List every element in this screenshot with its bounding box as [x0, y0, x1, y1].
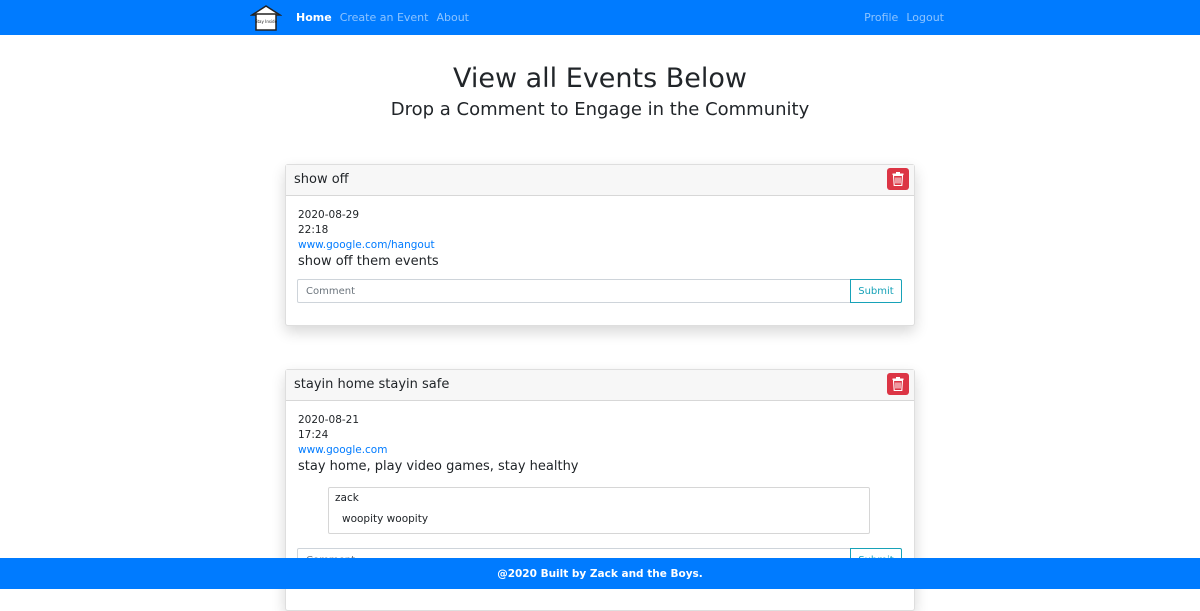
nav-home-link[interactable]: Home: [296, 11, 332, 24]
comment-text: woopity woopity: [342, 513, 429, 525]
event-date: 2020-08-29: [298, 209, 360, 221]
comment-input[interactable]: [297, 279, 851, 303]
delete-event-button[interactable]: [887, 373, 909, 395]
trash-icon: [892, 172, 904, 186]
event-card-header: show off: [286, 165, 914, 196]
submit-comment-button[interactable]: Submit: [850, 279, 902, 303]
event-card-header: stayin home stayin safe: [286, 370, 914, 401]
footer-text: @2020 Built by Zack and the Boys.: [497, 567, 703, 580]
logo-text: Stay Inside: [255, 19, 278, 24]
event-link[interactable]: www.google.com: [298, 444, 387, 456]
comment-item: zack woopity woopity: [328, 487, 870, 534]
event-date: 2020-08-21: [298, 414, 360, 426]
navbar-inner: Stay Inside Home Create an Event About P…: [250, 0, 944, 35]
house-logo-icon[interactable]: Stay Inside: [250, 4, 282, 32]
nav-profile-link[interactable]: Profile: [864, 11, 898, 24]
comment-author: zack: [335, 492, 359, 504]
event-time: 22:18: [298, 224, 329, 236]
event-description: stay home, play video games, stay health…: [298, 459, 579, 474]
event-link[interactable]: www.google.com/hangout: [298, 239, 435, 251]
comment-form: Submit: [297, 279, 902, 303]
nav-create-event-link[interactable]: Create an Event: [340, 11, 429, 24]
navbar: Stay Inside Home Create an Event About P…: [0, 0, 1200, 35]
event-title: show off: [294, 172, 349, 187]
event-card: show off 2020-08-29 22:18 www.google.com…: [285, 164, 915, 326]
trash-icon: [892, 377, 904, 391]
page-subtitle: Drop a Comment to Engage in the Communit…: [390, 99, 810, 120]
nav-logout-link[interactable]: Logout: [906, 11, 944, 24]
footer: @2020 Built by Zack and the Boys.: [0, 558, 1200, 589]
nav-right: Profile Logout: [856, 11, 944, 24]
event-time: 17:24: [298, 429, 329, 441]
event-description: show off them events: [298, 254, 439, 269]
event-title: stayin home stayin safe: [294, 377, 450, 392]
delete-event-button[interactable]: [887, 168, 909, 190]
nav-about-link[interactable]: About: [436, 11, 469, 24]
page-title: View all Events Below: [452, 63, 748, 94]
